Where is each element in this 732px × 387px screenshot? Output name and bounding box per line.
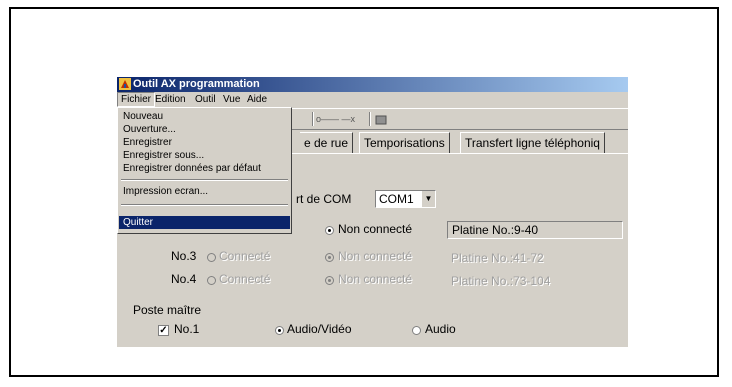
row3-name: No.4 <box>171 272 197 286</box>
com-port-select[interactable]: COM1 ▼ <box>375 190 436 208</box>
row3-non-connecte-radio[interactable] <box>325 276 334 285</box>
menu-aide[interactable]: Aide <box>244 92 270 107</box>
row2-non-connecte-radio[interactable] <box>325 253 334 262</box>
title-bar[interactable]: Outil AX programmation <box>117 77 628 92</box>
com-port-value: COM1 <box>379 192 414 206</box>
menu-bar: Fichier Edition Outil Vue Aide <box>117 92 628 107</box>
menu-item-enregistrer-sous[interactable]: Enregistrer sous... <box>119 149 290 162</box>
row1-platine-field: Platine No.:9-40 <box>447 221 623 239</box>
link-tool-button[interactable]: o—— —x <box>316 112 355 126</box>
file-menu-dropdown: Nouveau Ouverture... Enregistrer Enregis… <box>117 107 292 234</box>
no1-label: No.1 <box>174 322 200 336</box>
row2-connecte-radio[interactable] <box>207 253 216 262</box>
row3-non-connecte-label: Non connecté <box>338 272 413 286</box>
row1-platine-text: Platine No.:9-40 <box>452 223 539 237</box>
menu-separator <box>121 204 288 206</box>
audio-video-radio[interactable] <box>275 326 284 335</box>
row2-non-connecte-label: Non connecté <box>338 249 413 263</box>
poste-maitre-label: Poste maître <box>133 303 202 317</box>
menu-vue[interactable]: Vue <box>220 92 243 107</box>
menu-item-enregistrer[interactable]: Enregistrer <box>119 136 290 149</box>
row3-connecte-label: Connecté <box>219 272 271 286</box>
row2-name: No.3 <box>171 249 197 263</box>
menu-item-nouveau[interactable]: Nouveau <box>119 110 290 123</box>
menu-outil[interactable]: Outil <box>192 92 219 107</box>
eraser-icon[interactable] <box>375 114 387 125</box>
menu-item-ouverture[interactable]: Ouverture... <box>119 123 290 136</box>
app-icon <box>119 78 131 90</box>
toolbar-separator <box>369 112 371 126</box>
no1-checkbox[interactable]: ✓ <box>158 325 169 336</box>
menu-item-quitter[interactable]: Quitter <box>119 216 290 229</box>
row1-non-connecte-label: Non connecté <box>338 222 413 236</box>
audio-label: Audio <box>425 322 456 336</box>
menu-item-impression-ecran[interactable]: Impression ecran... <box>119 185 290 198</box>
app-window: Outil AX programmation Fichier Edition O… <box>117 77 628 347</box>
audio-video-label: Audio/Vidéo <box>287 322 352 336</box>
tab-temporisations[interactable]: Temporisations <box>359 132 450 154</box>
row3-connecte-radio[interactable] <box>207 276 216 285</box>
com-port-label: rt de COM <box>296 192 352 206</box>
menu-separator <box>121 179 288 181</box>
tab-transfert-ligne[interactable]: Transfert ligne téléphoniq <box>460 132 605 154</box>
row2-connecte-label: Connecté <box>219 249 271 263</box>
toolbar-separator <box>312 112 314 126</box>
menu-edition[interactable]: Edition <box>152 92 189 107</box>
row2-platine-text: Platine No.:41-72 <box>451 251 544 265</box>
window-title: Outil AX programmation <box>133 78 260 90</box>
menu-item-enregistrer-defaut[interactable]: Enregistrer données par défaut <box>119 162 290 175</box>
row3-platine-text: Platine No.:73-104 <box>451 274 551 288</box>
chevron-down-icon[interactable]: ▼ <box>421 191 435 207</box>
menu-fichier[interactable]: Fichier <box>117 92 156 107</box>
tab-platine-de-rue[interactable]: e de rue <box>300 132 354 154</box>
row1-non-connecte-radio[interactable] <box>325 226 334 235</box>
audio-radio[interactable] <box>412 326 421 335</box>
